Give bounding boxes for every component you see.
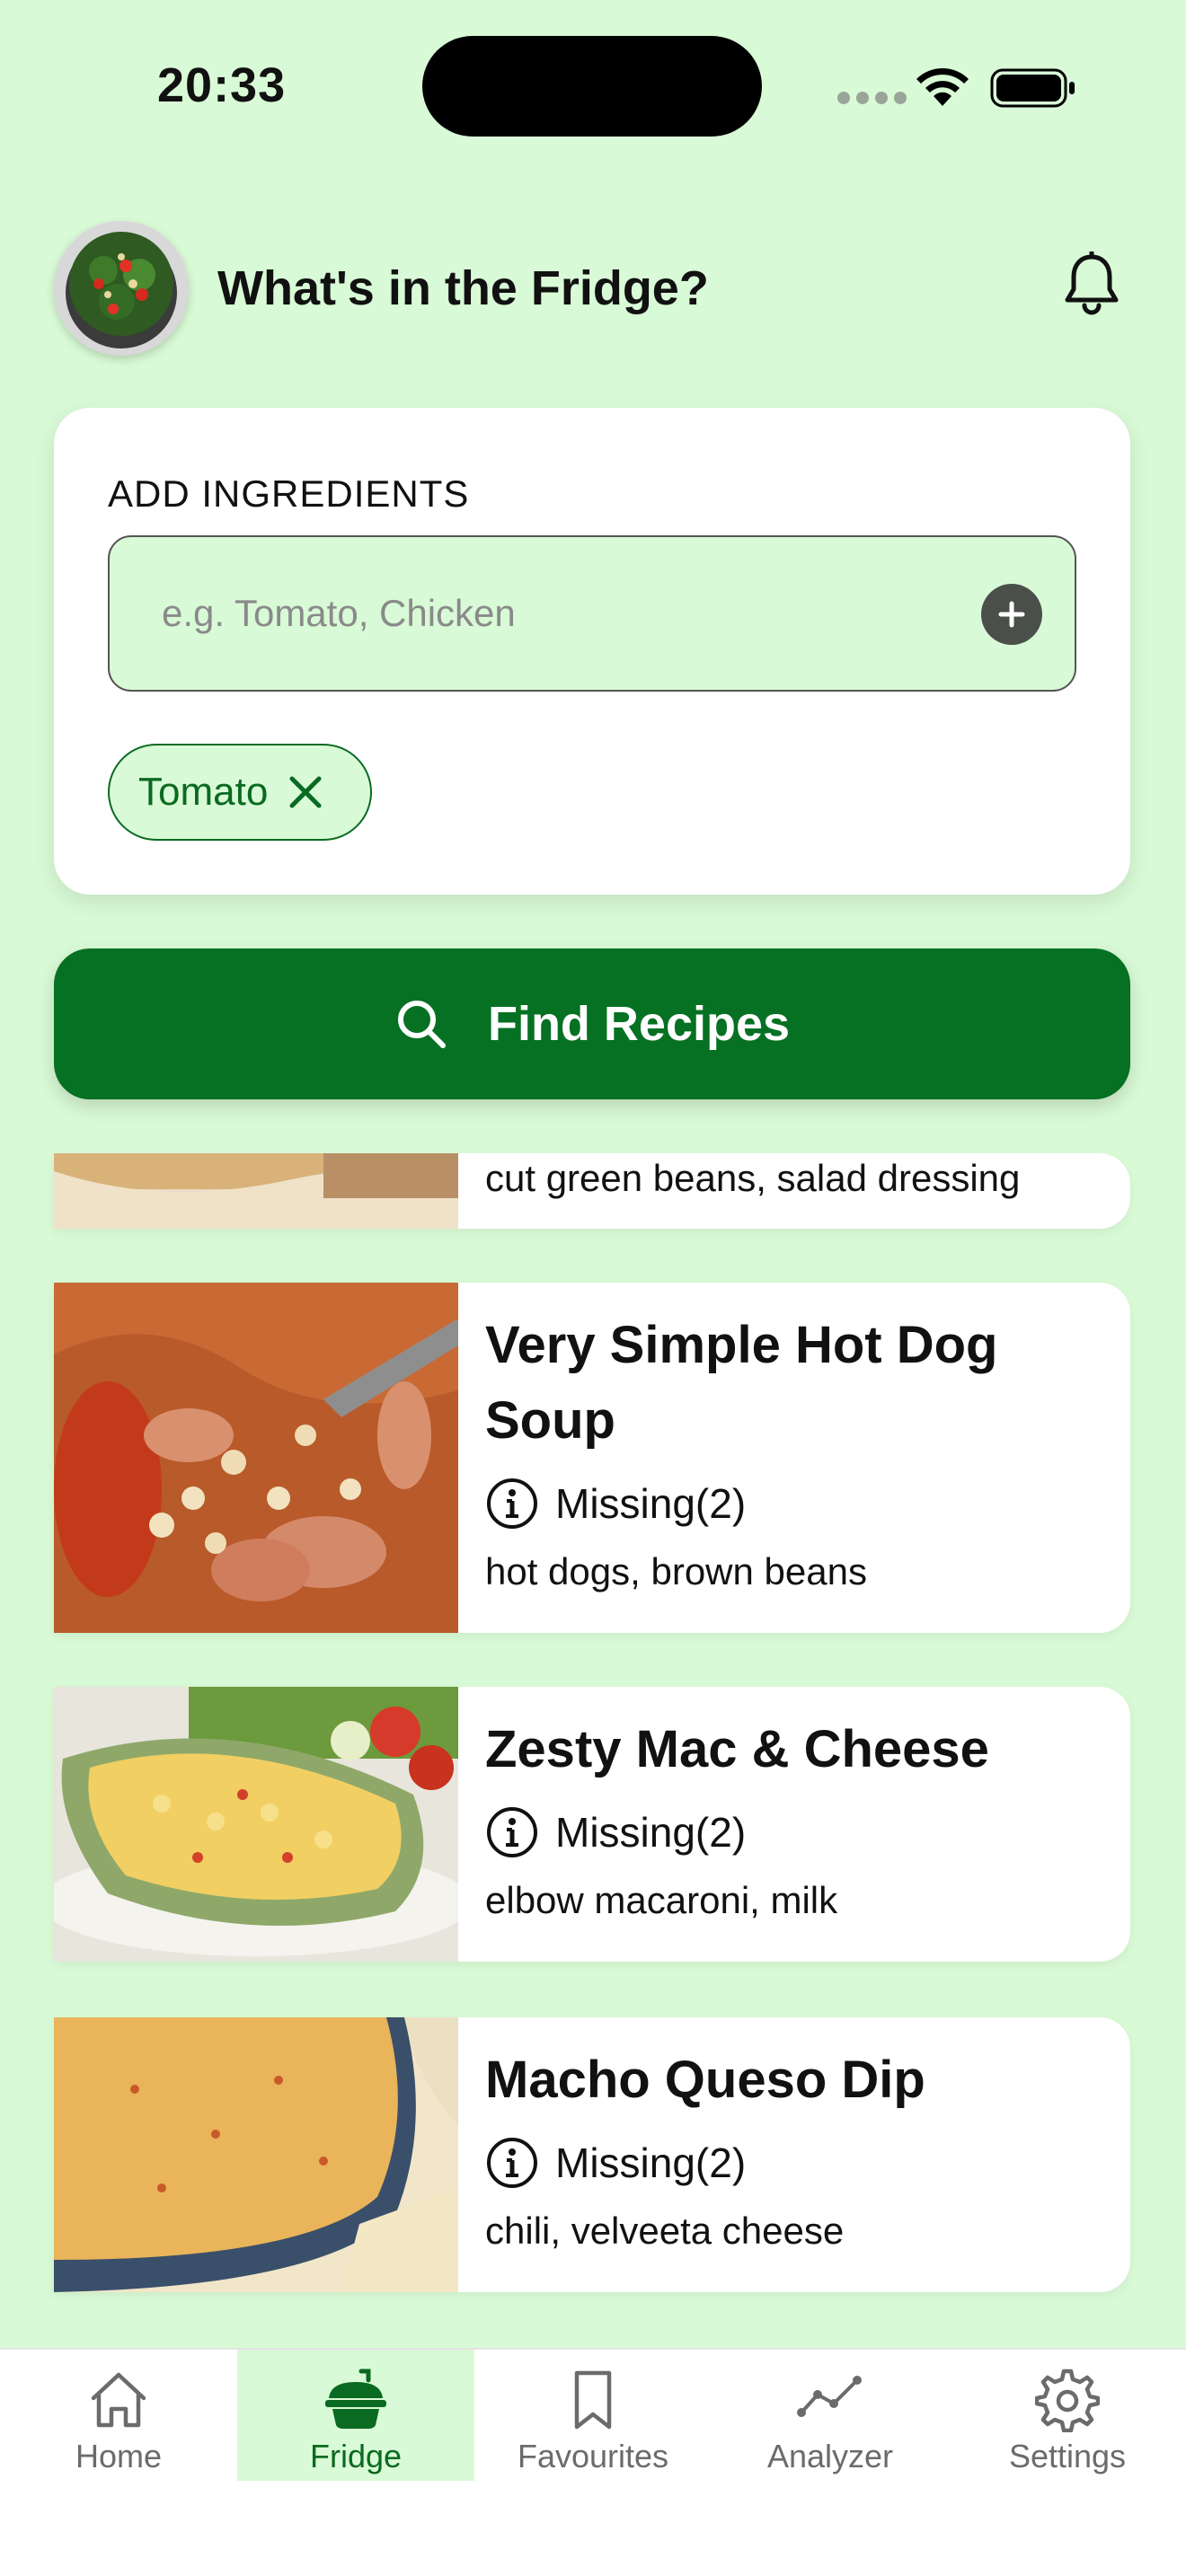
recipe-title: Zesty Mac & Cheese	[485, 1720, 989, 1778]
tab-label: Home	[75, 2438, 163, 2475]
house-icon	[91, 2372, 146, 2428]
missing-row: Missing(2)	[485, 1477, 1094, 1531]
missing-label: Missing(2)	[555, 1480, 747, 1527]
wifi-icon	[916, 67, 969, 106]
recipe-image	[54, 1687, 458, 1962]
find-recipes-button[interactable]: Find Recipes	[54, 948, 1130, 1099]
missing-items: hot dogs, brown beans	[485, 1550, 867, 1592]
ingredient-chip[interactable]: Tomato	[108, 744, 372, 841]
tab-fridge[interactable]: Fridge	[237, 2350, 474, 2481]
info-icon	[487, 2138, 537, 2188]
find-recipes-label: Find Recipes	[487, 997, 791, 1051]
tab-label: Settings	[1008, 2438, 1127, 2475]
missing-items: cut green beans, salad dressing	[485, 1157, 1021, 1199]
recipe-title: Macho Queso Dip	[485, 2051, 925, 2109]
remove-chip-close-icon[interactable]	[288, 774, 323, 810]
info-icon	[487, 1478, 537, 1529]
recipe-image	[54, 1283, 458, 1633]
status-time: 20:33	[157, 58, 287, 112]
recipe-image	[54, 2017, 458, 2292]
plus-icon	[998, 601, 1025, 628]
tab-label: Analyzer	[766, 2438, 894, 2475]
battery-icon	[990, 68, 1075, 108]
recipe-card[interactable]: Macho Queso Dip Missing(2) chili, velvee…	[54, 2017, 1130, 2292]
recipe-card[interactable]: Zesty Mac & Cheese Missing(2) elbow maca…	[54, 1687, 1130, 1962]
ingredient-field	[108, 535, 1076, 692]
tab-settings[interactable]: Settings	[949, 2350, 1186, 2481]
recipe-card[interactable]: Very Simple Hot Dog Soup Missing(2) hot …	[54, 1283, 1130, 1633]
cellular-signal-icon	[837, 92, 907, 104]
recipe-image	[54, 1153, 458, 1229]
cooking-pot-icon	[325, 2369, 386, 2429]
missing-items: elbow macaroni, milk	[485, 1879, 838, 1921]
bell-icon[interactable]	[1062, 251, 1121, 316]
tab-label: Favourites	[517, 2438, 669, 2475]
search-icon	[397, 1001, 446, 1048]
tab-analyzer[interactable]: Analyzer	[712, 2350, 949, 2481]
recipe-card[interactable]: cut green beans, salad dressing	[54, 1153, 1130, 1229]
chip-label: Tomato	[138, 770, 269, 814]
missing-label: Missing(2)	[555, 1809, 747, 1856]
tab-label: Fridge	[309, 2438, 403, 2475]
missing-row: Missing(2)	[485, 2136, 1094, 2190]
missing-items: chili, velveeta cheese	[485, 2210, 845, 2252]
recipe-title: Very Simple Hot Dog Soup	[485, 1316, 998, 1450]
bookmark-icon	[574, 2370, 612, 2430]
app-logo-avatar	[54, 221, 189, 356]
missing-label: Missing(2)	[555, 2139, 747, 2186]
ingredient-input[interactable]	[162, 537, 970, 690]
dynamic-island	[422, 36, 762, 137]
info-icon	[487, 1807, 537, 1857]
ingredients-card: ADD INGREDIENTS Tomato	[54, 408, 1130, 895]
page-title: What's in the Fridge?	[217, 261, 709, 315]
ingredients-label: ADD INGREDIENTS	[108, 472, 470, 515]
trend-line-icon	[797, 2376, 862, 2417]
tab-bar: Home Fridge Favourites Analyzer Settings	[0, 2348, 1186, 2576]
gear-icon	[1035, 2369, 1100, 2432]
recipe-list[interactable]: cut green beans, salad dressing Very Sim…	[0, 1153, 1186, 2348]
tab-home[interactable]: Home	[0, 2350, 237, 2481]
missing-row: Missing(2)	[485, 1805, 1094, 1859]
add-ingredient-button[interactable]	[981, 584, 1042, 645]
tab-favourites[interactable]: Favourites	[474, 2350, 712, 2481]
